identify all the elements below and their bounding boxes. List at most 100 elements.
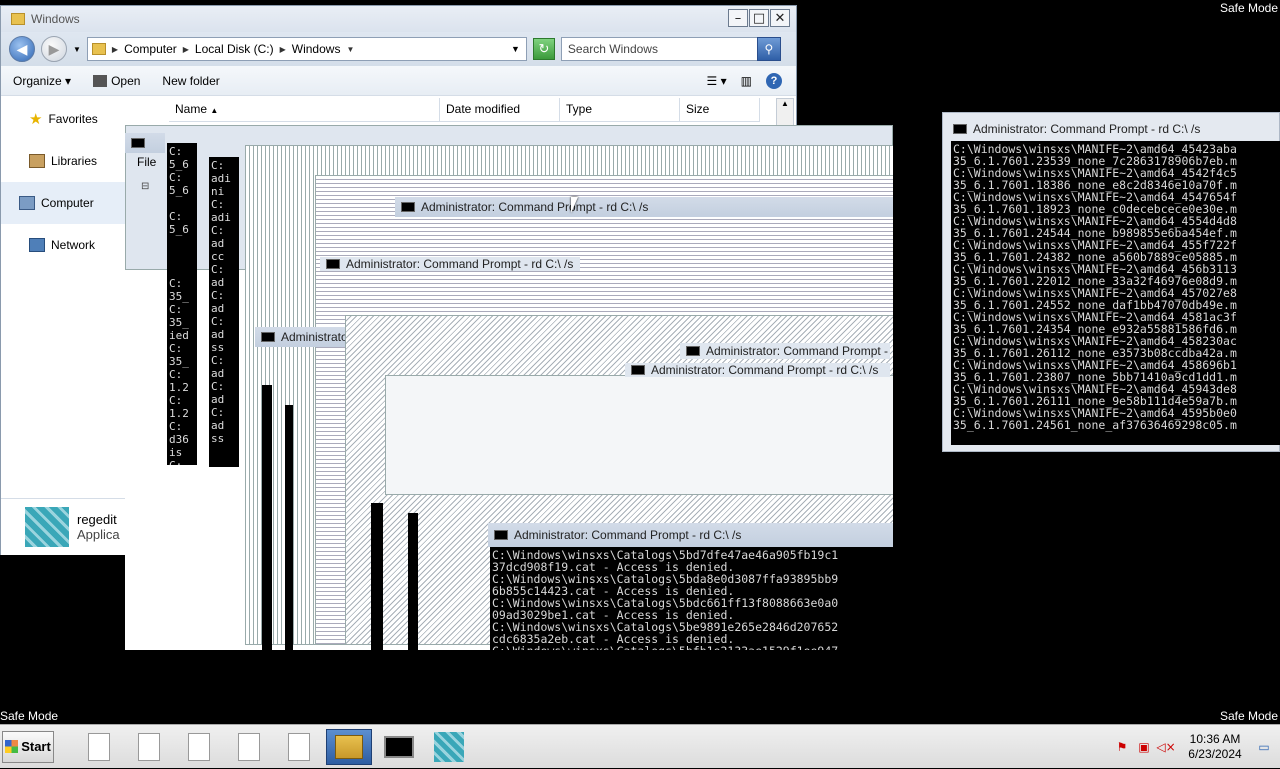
taskbar-document-3[interactable] xyxy=(176,729,222,765)
sort-ascending-icon: ▲ xyxy=(210,106,219,115)
document-icon xyxy=(288,732,310,761)
explorer-icon xyxy=(335,734,363,759)
action-center-flag-icon[interactable]: ⚑ xyxy=(1114,739,1130,755)
star-icon: ★ xyxy=(29,111,43,128)
view-options-icon[interactable]: ☰ ▾ xyxy=(707,74,727,88)
regedit-icon xyxy=(434,731,464,762)
search-icon[interactable]: ⚲ xyxy=(756,37,781,61)
cmd-output-right: C:\Windows\winsxs\MANIFE~2\amd64_45423ab… xyxy=(951,141,1280,445)
safe-mode-label-top-right: Safe Mode xyxy=(1219,1,1278,15)
breadcrumb[interactable]: ▶ Computer ▶ Local Disk (C:) ▶ Windows ▼… xyxy=(86,37,527,61)
tree-expander-icon[interactable]: ⊟ xyxy=(141,181,149,192)
cmd-output-sliver xyxy=(262,385,272,650)
new-folder-button[interactable]: New folder xyxy=(162,74,219,88)
safe-mode-label-bottom-right: Safe Mode xyxy=(1219,709,1278,723)
taskbar: Start ⚑ ▣ ◁× 10:36 AM 6/23/2024 ▭ xyxy=(0,724,1280,768)
cmd-icon xyxy=(384,735,414,758)
open-icon xyxy=(93,74,108,87)
command-bar: Organize ▾ Open New folder ☰ ▾ ▥ ? xyxy=(1,66,796,96)
cmd-title-bar-e[interactable]: Administrator: Command Prompt - rd C:\ /… xyxy=(625,363,890,377)
taskbar-document-5[interactable] xyxy=(276,729,322,765)
network-icon xyxy=(29,238,45,252)
address-dropdown-icon[interactable]: ▼ xyxy=(511,44,520,54)
details-file-name: regedit xyxy=(77,512,117,527)
organize-button[interactable]: Organize ▾ xyxy=(13,74,71,88)
breadcrumb-windows[interactable]: Windows xyxy=(292,42,341,56)
cmd-output-fragment-b: C: adi ni C: adi C: ad cc C: ad C: ad C:… xyxy=(209,157,239,467)
scrollbar-up-arrow[interactable]: ▲ xyxy=(776,98,794,128)
safe-mode-label-bottom-left: Safe Mode xyxy=(0,709,59,723)
address-bar-row: ◀ ▶ ▼ ▶ Computer ▶ Local Disk (C:) ▶ Win… xyxy=(1,32,796,66)
forward-button[interactable]: ▶ xyxy=(41,36,67,62)
cmd-title-bar-d[interactable]: Administrator: Command Prompt - rd C:\ /… xyxy=(680,343,890,359)
cmd-output-main: C:\Windows\winsxs\Catalogs\5bd7dfe47ae46… xyxy=(490,547,893,650)
clock-time: 10:36 AM xyxy=(1189,732,1241,746)
document-icon xyxy=(88,732,110,761)
minimize-button[interactable]: – xyxy=(728,9,748,27)
close-button[interactable]: ✕ xyxy=(770,9,790,27)
network-disconnected-icon[interactable]: ▣ xyxy=(1136,739,1152,755)
recent-pages-chevron-icon[interactable]: ▼ xyxy=(73,45,81,54)
document-icon xyxy=(138,732,160,761)
regedit-icon xyxy=(25,507,69,547)
taskbar-document-1[interactable] xyxy=(76,729,122,765)
cmd-title-bar-c[interactable]: Administrator: Command Prompt - rd C:\ /… xyxy=(255,327,345,347)
clock-date: 6/23/2024 xyxy=(1188,747,1242,761)
taskbar-document-4[interactable] xyxy=(226,729,272,765)
cmd-title-bar-right[interactable]: Administrator: Command Prompt - rd C:\ /… xyxy=(947,119,1277,139)
taskbar-regedit[interactable] xyxy=(426,729,472,765)
breadcrumb-local-disk[interactable]: Local Disk (C:) xyxy=(195,42,274,56)
search-placeholder: Search Windows xyxy=(567,42,658,56)
taskbar-explorer[interactable] xyxy=(326,728,372,765)
volume-muted-icon[interactable]: ◁× xyxy=(1156,739,1175,755)
help-icon[interactable]: ? xyxy=(766,72,782,89)
start-button[interactable]: Start xyxy=(2,730,54,763)
cmd-title-bar-b[interactable]: Administrator: Command Prompt - rd C:\ /… xyxy=(320,257,580,271)
mouse-cursor-icon xyxy=(571,197,578,213)
column-name[interactable]: Name ▲ xyxy=(169,98,440,121)
window-title: Windows xyxy=(31,12,80,26)
open-button[interactable]: Open xyxy=(93,74,140,88)
cmd-output-sliver xyxy=(371,503,383,650)
chevron-down-icon[interactable]: ▼ xyxy=(346,45,354,54)
cmd-output-fragment-c: C: 35_ C: 35_ ied C: 35_ C: 1.2 C: 1.2 C… xyxy=(167,275,197,465)
back-button[interactable]: ◀ xyxy=(9,36,35,62)
chevron-right-icon[interactable]: ▶ xyxy=(183,45,189,54)
cmd-output-sliver xyxy=(408,513,418,650)
column-headers: Name ▲ Date modified Type Size xyxy=(169,98,760,122)
cmd-icon xyxy=(131,138,145,148)
clock[interactable]: 10:36 AM 6/23/2024 xyxy=(1180,732,1250,762)
title-bar[interactable]: Windows – □ ✕ xyxy=(1,6,796,32)
folder-icon xyxy=(11,13,25,25)
chevron-right-icon[interactable]: ▶ xyxy=(280,45,286,54)
column-date-modified[interactable]: Date modified xyxy=(440,98,560,121)
details-pane: regedit Applica xyxy=(1,498,126,555)
libraries-icon xyxy=(29,154,45,168)
taskbar-command-prompt[interactable] xyxy=(376,729,422,765)
system-tray: ⚑ ▣ ◁× 10:36 AM 6/23/2024 ▭ xyxy=(1114,725,1280,769)
cmd-title-bar-a[interactable]: Administrator: Command Prompt - rd C:\ /… xyxy=(395,197,893,217)
search-input[interactable]: Search Windows ⚲ xyxy=(560,37,781,61)
column-size[interactable]: Size xyxy=(680,98,760,121)
preview-pane-icon[interactable]: ▥ xyxy=(741,74,752,88)
cmd-icon xyxy=(261,332,275,342)
file-menu[interactable]: File xyxy=(137,155,156,169)
cmd-icon xyxy=(686,346,700,356)
column-type[interactable]: Type xyxy=(560,98,680,121)
chevron-right-icon[interactable]: ▶ xyxy=(112,45,118,54)
window-title-bar[interactable] xyxy=(125,133,165,153)
breadcrumb-computer[interactable]: Computer xyxy=(124,42,177,56)
glitched-window-cascade: File ⊟ C: 5_6 C: 5_6 C: 5_6 C: adi ni C:… xyxy=(125,125,893,650)
computer-icon xyxy=(19,196,35,210)
folder-icon xyxy=(91,43,106,55)
cmd-output-sliver xyxy=(285,405,293,650)
refresh-button[interactable]: ↻ xyxy=(532,38,555,60)
windows-logo-icon xyxy=(5,740,19,753)
maximize-button[interactable]: □ xyxy=(749,9,769,27)
cmd-window-right: Administrator: Command Prompt - rd C:\ /… xyxy=(942,112,1280,452)
show-desktop-icon[interactable]: ▭ xyxy=(1256,739,1272,755)
cmd-title-bar-main[interactable]: Administrator: Command Prompt - rd C:\ /… xyxy=(488,523,893,547)
cmd-icon xyxy=(401,202,415,212)
taskbar-document-2[interactable] xyxy=(126,729,172,765)
cmd-icon xyxy=(494,530,508,540)
